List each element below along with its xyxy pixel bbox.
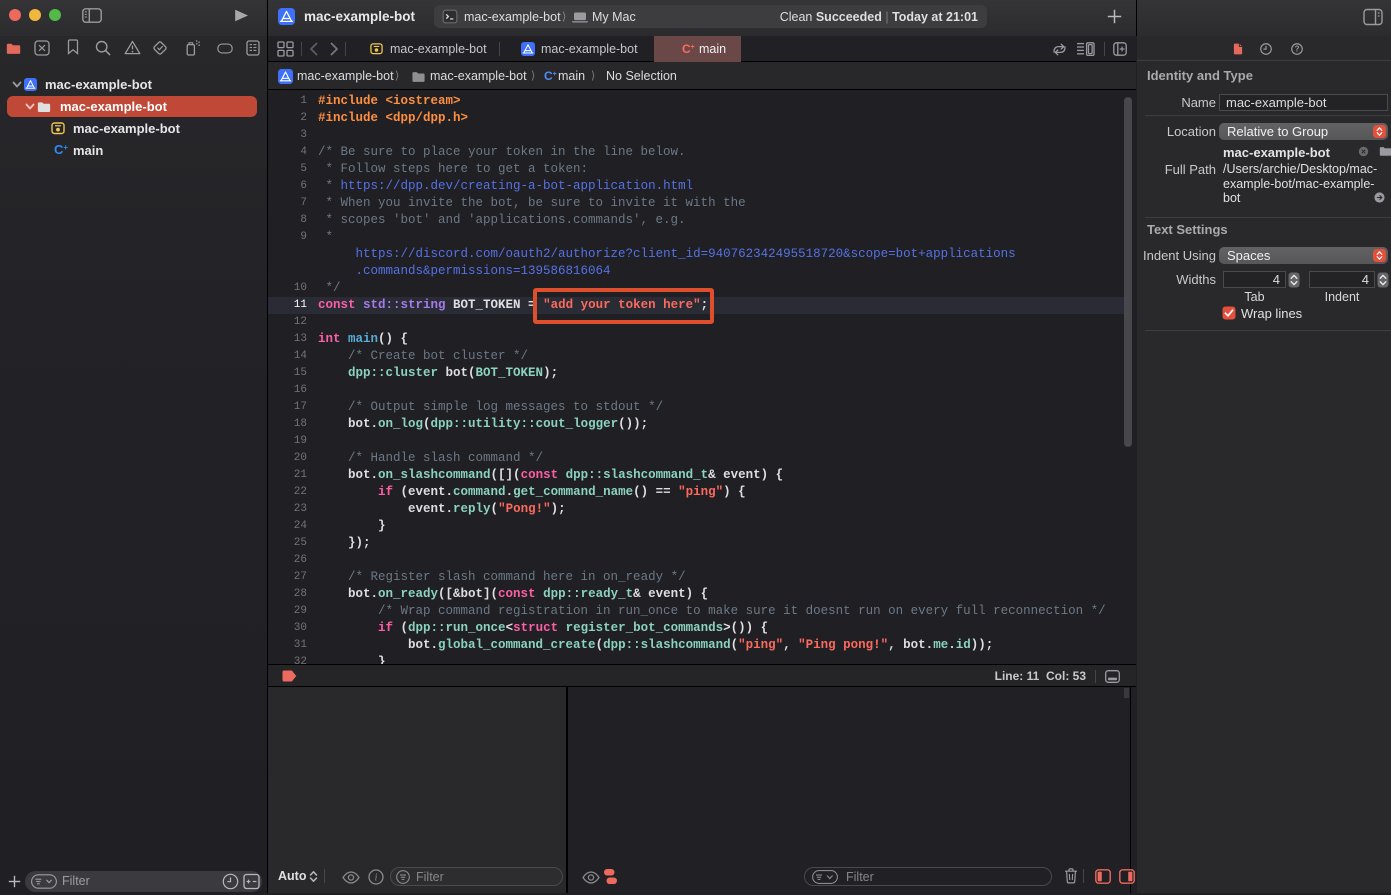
svg-text:?: ? [1295, 45, 1300, 54]
svg-text:i: i [375, 873, 378, 884]
